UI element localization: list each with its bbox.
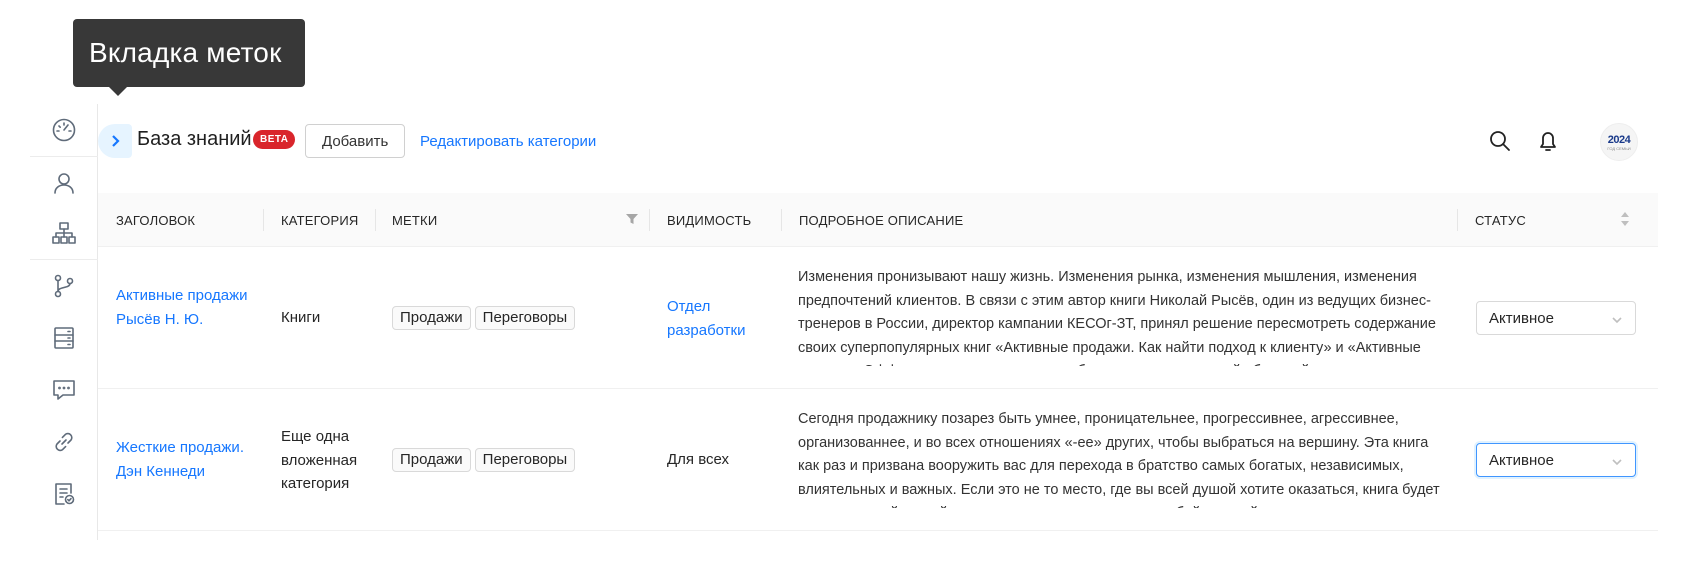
tag-chip[interactable]: Продажи: [392, 448, 471, 472]
row-tags: Продажи Переговоры: [392, 448, 579, 472]
sidebar-item-users[interactable]: [30, 157, 98, 209]
tooltip-arrow: [108, 86, 128, 96]
sidebar: [30, 104, 98, 540]
org-structure-icon: [52, 222, 76, 244]
sidebar-item-dashboard[interactable]: [30, 104, 98, 156]
database-icon: [54, 327, 74, 349]
row-title-link[interactable]: Жесткие продажи. Дэн Кеннеди: [116, 436, 256, 483]
knowledge-base-table: ЗАГОЛОВОК КАТЕГОРИЯ МЕТКИ ВИДИМОСТЬ ПОДР…: [98, 193, 1658, 531]
row-title-link[interactable]: Активные продажи Рысёв Н. Ю.: [116, 284, 256, 331]
tag-chip[interactable]: Продажи: [392, 306, 471, 330]
tags-tab-tooltip: Вкладка меток: [73, 19, 305, 87]
avatar-caption: ГОД СЕМЬИ: [1607, 145, 1631, 151]
sidebar-item-reports[interactable]: [30, 468, 98, 520]
link-icon: [55, 432, 73, 452]
row-category: Книги: [281, 309, 321, 326]
column-header-tags[interactable]: МЕТКИ: [392, 193, 437, 247]
chevron-right-icon: [112, 135, 120, 147]
column-header-category[interactable]: КАТЕГОРИЯ: [281, 193, 358, 247]
status-select[interactable]: Активное: [1476, 443, 1636, 477]
avatar-year: 2024: [1607, 133, 1631, 146]
notifications-button[interactable]: [1535, 128, 1561, 154]
status-select-value: Активное: [1489, 451, 1554, 469]
column-divider: [263, 209, 264, 231]
column-divider: [781, 209, 782, 231]
tooltip-text: Вкладка меток: [89, 37, 282, 68]
chevron-down-icon: [1611, 455, 1623, 467]
row-visibility: Для всех: [667, 451, 730, 468]
column-header-description[interactable]: ПОДРОБНОЕ ОПИСАНИЕ: [799, 193, 963, 247]
branch-icon: [54, 274, 74, 298]
dashboard-icon: [52, 118, 76, 142]
column-divider: [1457, 209, 1458, 231]
sidebar-item-processes[interactable]: [30, 260, 98, 312]
filter-icon[interactable]: [625, 212, 639, 226]
column-header-visibility[interactable]: ВИДИМОСТЬ: [667, 193, 751, 247]
avatar[interactable]: 2024 ГОД СЕМЬИ: [1600, 123, 1638, 161]
row-tags: Продажи Переговоры: [392, 306, 579, 330]
tag-chip[interactable]: Переговоры: [474, 448, 576, 472]
page-title: База знаний: [137, 128, 252, 150]
chat-icon: [53, 380, 75, 400]
row-visibility-link[interactable]: Отдел разработки: [667, 295, 767, 342]
column-divider: [375, 209, 376, 231]
page-header: База знаний BETA Добавить Редактировать …: [98, 112, 1658, 172]
beta-badge: BETA: [253, 130, 296, 149]
tag-chip[interactable]: Переговоры: [474, 306, 576, 330]
table-header: ЗАГОЛОВОК КАТЕГОРИЯ МЕТКИ ВИДИМОСТЬ ПОДР…: [98, 193, 1658, 247]
sidebar-item-chat[interactable]: [30, 364, 98, 416]
bell-icon: [1540, 132, 1556, 151]
chevron-down-icon: [1611, 313, 1623, 325]
sidebar-item-structure[interactable]: [30, 207, 98, 259]
column-divider: [649, 209, 650, 231]
expand-sidebar-button[interactable]: [98, 124, 132, 158]
search-button[interactable]: [1487, 128, 1513, 154]
row-description: Сегодня продажнику позарез быть умнее, п…: [798, 411, 1440, 508]
column-header-status[interactable]: СТАТУС: [1475, 193, 1526, 247]
status-select-value: Активное: [1489, 309, 1554, 327]
sidebar-item-database[interactable]: [30, 312, 98, 364]
table-row[interactable]: Жесткие продажи. Дэн Кеннеди Еще одна вл…: [98, 389, 1658, 531]
search-icon: [1490, 131, 1510, 151]
sort-icon[interactable]: [1619, 210, 1631, 228]
row-category: Еще одна вложенная категория: [281, 428, 358, 492]
document-check-icon: [55, 483, 75, 505]
status-select[interactable]: Активное: [1476, 301, 1636, 335]
add-button[interactable]: Добавить: [305, 124, 406, 158]
row-description: Изменения пронизывают нашу жизнь. Измене…: [798, 269, 1436, 366]
sidebar-item-links[interactable]: [30, 416, 98, 468]
user-icon: [54, 173, 74, 194]
column-header-title[interactable]: ЗАГОЛОВОК: [116, 193, 195, 247]
table-row[interactable]: Активные продажи Рысёв Н. Ю. Книги Прода…: [98, 247, 1658, 389]
edit-categories-link[interactable]: Редактировать категории: [420, 133, 596, 150]
